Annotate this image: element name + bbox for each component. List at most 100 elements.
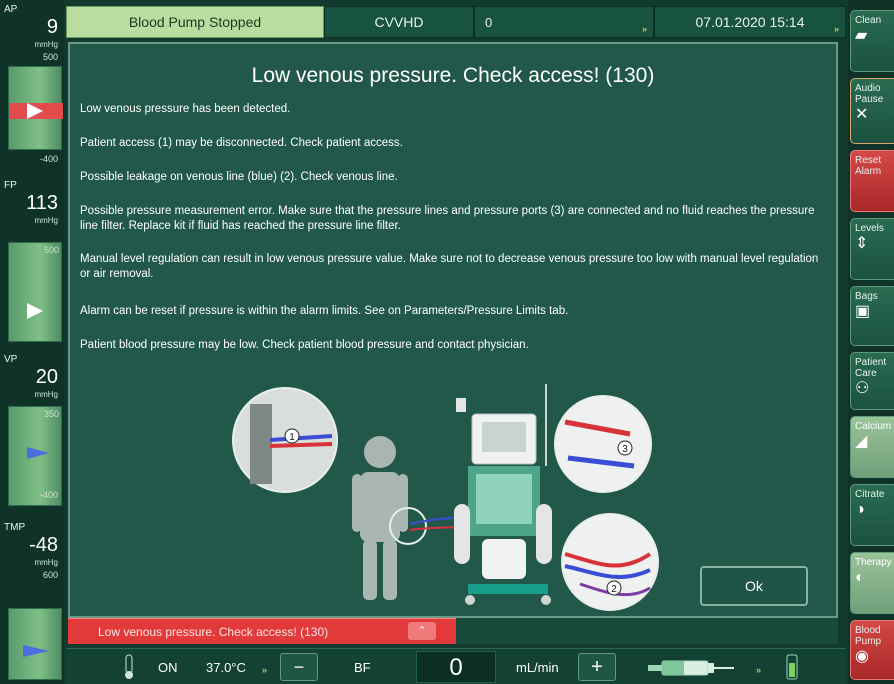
gauge-lower-limit: -400 bbox=[39, 154, 58, 164]
alarm-message: Patient blood pressure may be low. Check… bbox=[80, 339, 529, 351]
alarm-dialog: Low venous pressure. Check access! (130)… bbox=[68, 42, 838, 618]
gauge-value: 20 bbox=[35, 366, 58, 388]
gauge-fp[interactable]: FP 113 mmHg 500 bbox=[2, 176, 62, 346]
chevron-up-icon[interactable]: ⌃ bbox=[408, 622, 436, 640]
heater-state[interactable]: ON bbox=[158, 660, 178, 675]
alarm-message: Alarm can be reset if pressure is within… bbox=[80, 305, 569, 317]
machine-figure bbox=[454, 384, 552, 605]
flow-label: BF bbox=[354, 660, 371, 675]
gauge-upper-limit: 600 bbox=[42, 570, 58, 580]
blood-pump-button[interactable]: Blood Pump ◉ bbox=[850, 620, 894, 680]
alarm-banner[interactable]: Low venous pressure. Check access! (130)… bbox=[68, 618, 456, 644]
pressure-gauges-panel: AP 9 mmHg 500 -400 FP 113 mmHg 500 VP 20… bbox=[0, 0, 64, 684]
more-icon: » bbox=[833, 24, 839, 34]
bag-level-icon bbox=[786, 654, 798, 680]
gauge-vp[interactable]: VP 20 mmHg 350 -400 bbox=[2, 350, 62, 518]
decrease-flow-button[interactable]: − bbox=[280, 653, 318, 681]
pump-status[interactable]: Blood Pump Stopped bbox=[66, 6, 324, 38]
increase-flow-button[interactable]: + bbox=[578, 653, 616, 681]
therapy-mode[interactable]: CVVHD bbox=[324, 6, 474, 38]
callout-number: 2 bbox=[611, 584, 617, 595]
dialog-title: Low venous pressure. Check access! (130) bbox=[251, 64, 655, 87]
audio-pause-button[interactable]: Audio Pause ✕ bbox=[850, 78, 894, 144]
alarm-banner-text: Low venous pressure. Check access! (130) bbox=[98, 624, 329, 639]
gauge-value: 113 bbox=[26, 192, 58, 214]
gauge-upper-limit: 500 bbox=[43, 245, 59, 255]
button-label: Patient Care bbox=[855, 357, 887, 379]
alarm-message: Possible pressure measurement error. Mak… bbox=[80, 205, 815, 232]
gauge-tmp[interactable]: TMP -48 mmHg 600 bbox=[2, 520, 62, 680]
audio-pause-icon: ✕ bbox=[855, 106, 869, 123]
action-sidebar: Clean ▰ Audio Pause ✕ Reset Alarm Levels… bbox=[848, 0, 894, 684]
calcium-button[interactable]: Calcium ◢ bbox=[850, 416, 894, 478]
gauge-upper-limit: 350 bbox=[43, 409, 59, 419]
bags-icon: ▣ bbox=[855, 303, 871, 320]
gauge-bar bbox=[8, 608, 62, 680]
patient-care-button[interactable]: Patient Care ⚇ bbox=[850, 352, 894, 410]
pointer-icon bbox=[27, 303, 43, 319]
thermometer-icon bbox=[125, 654, 133, 679]
more-icon: » bbox=[641, 24, 647, 34]
bags-button[interactable]: Bags ▣ bbox=[850, 286, 894, 346]
alarm-message: Possible leakage on venous line (blue) (… bbox=[80, 171, 398, 183]
levels-icon: ⇕ bbox=[855, 235, 869, 252]
callout-circle-2 bbox=[561, 513, 659, 611]
alarm-message: Low venous pressure has been detected. bbox=[80, 103, 291, 115]
alarm-message: Patient access (1) may be disconnected. … bbox=[80, 137, 403, 149]
therapy-screen: AP 9 mmHg 500 -400 FP 113 mmHg 500 VP 20… bbox=[0, 0, 894, 684]
gauge-unit: mmHg bbox=[34, 390, 58, 399]
more-icon[interactable]: » bbox=[262, 665, 267, 675]
more-icon[interactable]: » bbox=[756, 665, 761, 675]
gauge-unit: mmHg bbox=[34, 558, 58, 567]
date-time-value: 07.01.2020 15:14 bbox=[695, 14, 805, 30]
therapy-button[interactable]: Therapy ◐ bbox=[850, 552, 894, 614]
counter-value: 0 bbox=[485, 14, 493, 30]
button-label: Reset Alarm bbox=[855, 155, 882, 177]
gauge-bar: 500 bbox=[8, 242, 62, 342]
gauge-unit: mmHg bbox=[34, 216, 58, 225]
therapy-icon: ◐ bbox=[855, 569, 865, 586]
gauge-ap[interactable]: AP 9 mmHg 500 -400 bbox=[2, 0, 63, 170]
reset-alarm-button[interactable]: Reset Alarm bbox=[850, 150, 894, 212]
gauge-unit: mmHg bbox=[34, 40, 58, 49]
button-label: Therapy bbox=[855, 557, 892, 568]
blood-pump-icon: ◉ bbox=[855, 648, 869, 665]
alarm-bar-spacer bbox=[456, 618, 838, 644]
gauge-name: TMP bbox=[4, 522, 26, 533]
gauge-name: FP bbox=[4, 180, 17, 191]
patient-care-icon: ⚇ bbox=[855, 380, 870, 397]
levels-button[interactable]: Levels ⇕ bbox=[850, 218, 894, 280]
button-label: Blood Pump bbox=[855, 625, 882, 647]
citrate-icon: ◑ bbox=[855, 501, 865, 518]
date-time[interactable]: 07.01.2020 15:14 » bbox=[654, 6, 846, 38]
button-label: Levels bbox=[855, 223, 884, 234]
gauge-name: AP bbox=[4, 4, 18, 15]
pointer-icon bbox=[23, 645, 49, 657]
bottom-control-bar: ON 37.0°C » − BF 0 mL/min + » bbox=[66, 648, 846, 684]
gauge-value: 9 bbox=[46, 16, 58, 38]
button-label: Calcium bbox=[855, 421, 892, 432]
pointer-icon bbox=[9, 103, 63, 119]
gauge-name: VP bbox=[4, 354, 18, 365]
blood-flow-value[interactable]: 0 bbox=[416, 651, 496, 683]
clean-icon: ▰ bbox=[855, 27, 868, 44]
ok-button[interactable]: Ok bbox=[700, 566, 808, 606]
callout-number: 1 bbox=[289, 432, 295, 443]
clean-button[interactable]: Clean ▰ bbox=[850, 10, 894, 72]
temperature-value[interactable]: 37.0°C bbox=[206, 660, 246, 675]
arm-shape bbox=[250, 404, 272, 484]
button-label: Clean bbox=[855, 15, 882, 26]
syringe-icon[interactable] bbox=[646, 657, 736, 679]
flow-unit: mL/min bbox=[516, 660, 559, 675]
gauge-lower-limit: -400 bbox=[39, 490, 58, 500]
calcium-icon: ◢ bbox=[855, 433, 868, 450]
button-label: Bags bbox=[855, 291, 878, 302]
counter-field[interactable]: 0 » bbox=[474, 6, 654, 38]
citrate-button[interactable]: Citrate ◑ bbox=[850, 484, 894, 546]
gauge-bar bbox=[8, 66, 63, 150]
callout-circle-3 bbox=[554, 395, 652, 493]
button-label: Citrate bbox=[855, 489, 885, 500]
patient-figure bbox=[352, 436, 408, 600]
gauge-upper-limit: 500 bbox=[42, 52, 58, 62]
alarm-message: Manual level regulation can result in lo… bbox=[80, 253, 819, 280]
